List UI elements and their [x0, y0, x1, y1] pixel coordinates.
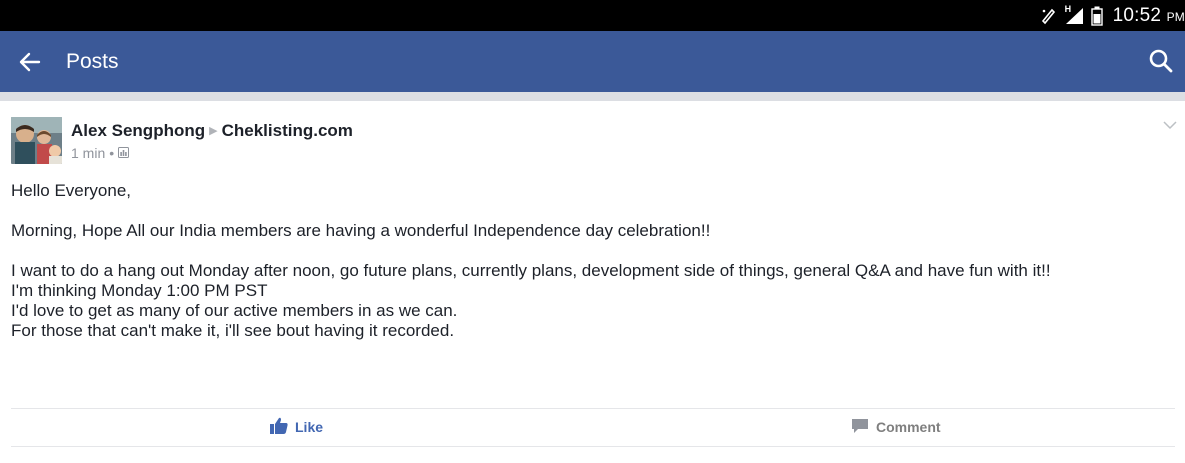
chevron-down-icon[interactable]	[1162, 118, 1178, 130]
post-line: Hello Everyone,	[11, 181, 132, 200]
author-name[interactable]: Alex Sengphong	[71, 121, 205, 140]
signal-icon: H	[1063, 3, 1085, 26]
post-author-line: Alex Sengphong ▶ Cheklisting.com	[71, 121, 353, 143]
post-card: Alex Sengphong ▶ Cheklisting.com 1 min • H…	[0, 101, 1185, 463]
post-line-gap	[11, 201, 1176, 221]
comment-label: Comment	[876, 419, 941, 435]
like-label: Like	[295, 419, 324, 435]
avatar[interactable]	[11, 117, 62, 164]
post-line: I'm thinking Monday 1:00 PM PST	[11, 281, 268, 300]
page-title: Posts	[66, 50, 119, 73]
post-line: I'd love to get as many of our active me…	[11, 301, 458, 320]
post-bottom-divider	[11, 446, 1175, 447]
post-line: Morning, Hope All our India members are …	[11, 221, 711, 240]
screen-rotation-icon	[1039, 7, 1057, 25]
post-line: I want to do a hang out Monday after noo…	[11, 261, 1051, 280]
comment-icon	[851, 418, 869, 437]
post-line-gap	[11, 241, 1176, 261]
post-body: Hello Everyone, Morning, Hope All our In…	[11, 181, 1176, 341]
clock-ampm: PM	[1166, 9, 1185, 24]
like-button[interactable]: Like	[270, 409, 323, 445]
post-line: For those that can't make it, i'll see b…	[11, 321, 455, 340]
search-icon[interactable]	[1148, 48, 1174, 74]
network-type-label: H	[1064, 3, 1072, 14]
post-timestamp[interactable]: 1 min	[71, 145, 105, 161]
group-name[interactable]: Cheklisting.com	[222, 121, 353, 140]
meta-separator: •	[109, 145, 115, 161]
post-meta: 1 min •	[71, 145, 130, 161]
feed-divider	[0, 92, 1185, 101]
group-icon	[118, 145, 130, 161]
clock: 10:52 PM	[1113, 5, 1185, 27]
caret-right-icon: ▶	[209, 125, 218, 137]
comment-button[interactable]: Comment	[851, 409, 941, 445]
app-bar: Posts	[0, 31, 1185, 92]
status-icons: H 10:52 PM	[1039, 0, 1185, 31]
thumbs-up-icon	[270, 417, 288, 437]
status-bar: H 10:52 PM	[0, 0, 1185, 31]
clock-time: 10:52	[1112, 4, 1162, 26]
arrow-left-icon[interactable]	[17, 49, 43, 75]
battery-icon	[1090, 6, 1103, 26]
action-bar: Like Comment	[11, 409, 1175, 445]
